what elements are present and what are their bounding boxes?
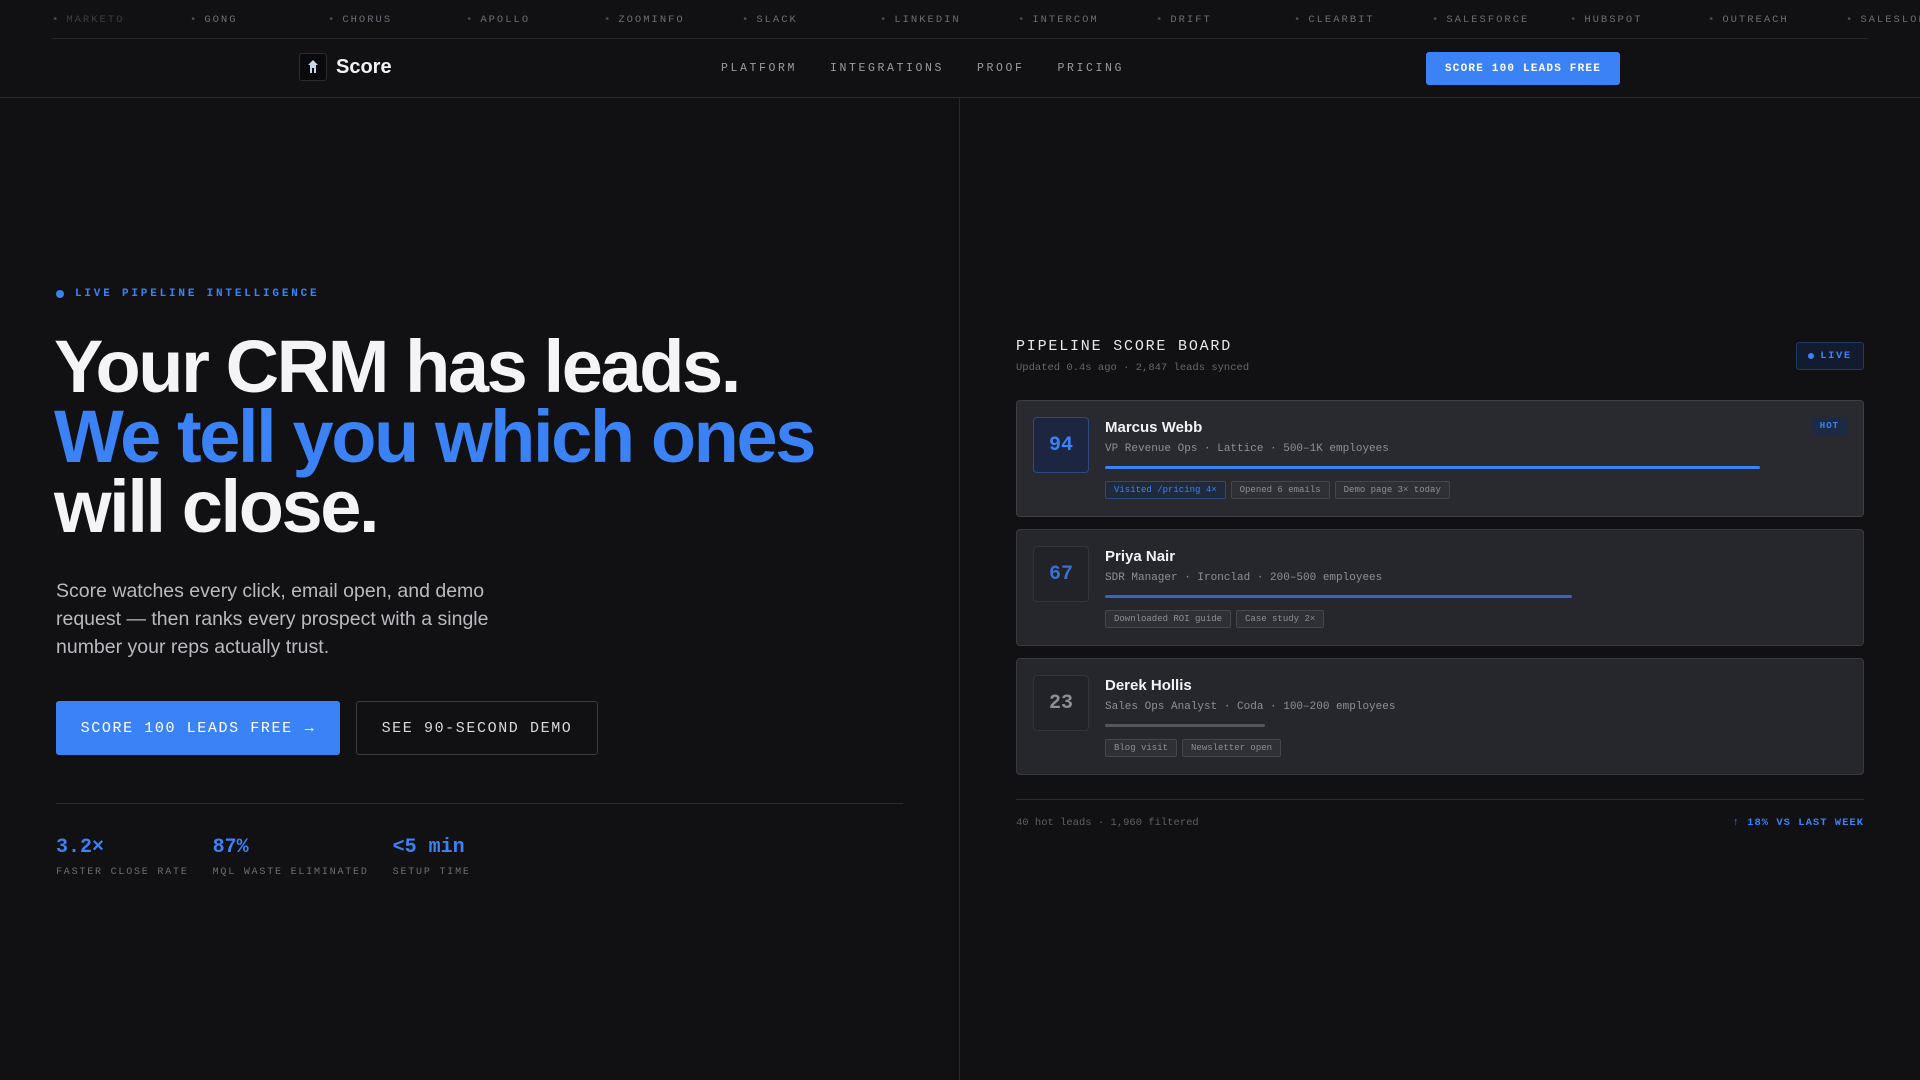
ticker-item: • DRIFT — [1156, 13, 1212, 26]
ticker-item: • HUBSPOT — [1570, 13, 1643, 26]
ticker-item: • OUTREACH — [1708, 13, 1789, 26]
scoreboard-divider — [1016, 799, 1864, 800]
hero-subcopy: Score watches every click, email open, a… — [56, 580, 489, 658]
lead-name: Marcus Webb — [1105, 419, 1203, 436]
nav-links: PLATFORM INTEGRATIONS PROOF PRICING — [721, 62, 1124, 75]
headline-line-3: will close. — [54, 465, 380, 548]
live-dot-icon — [1808, 353, 1815, 359]
hero-stats: 3.2× FASTER CLOSE RATE 87% MQL WASTE ELI… — [56, 836, 471, 878]
nav-cta-button[interactable]: SCORE 100 LEADS FREE — [1426, 52, 1620, 85]
ticker-item: • ZOOMINFO — [604, 13, 685, 26]
integration-ticker: • MARKETO • GONG • CHORUS • APOLLO • ZOOMINFO… — [0, 0, 1920, 39]
lead-signal-tags: Visited /pricing 4× Opened 6 emails Demo… — [1105, 481, 1450, 499]
lead-meta: VP Revenue Ops · Lattice · 500–1K employ… — [1105, 443, 1389, 455]
live-badge-label: LIVE — [1820, 350, 1852, 362]
score-leads-button[interactable]: SCORE 100 LEADS FREE → — [56, 701, 340, 755]
lead-score: 94 — [1033, 417, 1089, 473]
signal-tag: Case study 2× — [1236, 610, 1325, 628]
arrow-right-icon: → — [304, 719, 316, 737]
hero-eyebrow: LIVE PIPELINE INTELLIGENCE — [56, 288, 319, 300]
stat-value: 3.2× — [56, 836, 105, 859]
ticker-item: • CHORUS — [328, 13, 393, 26]
ticker-item: • SLACK — [742, 13, 798, 26]
column-divider — [959, 98, 960, 1080]
headline-line-1: Your CRM has leads. — [54, 325, 741, 408]
lead-score-bar — [1105, 595, 1802, 598]
signal-tag: Blog visit — [1105, 739, 1178, 757]
stat-value: 87% — [212, 836, 249, 859]
brand-name: Score — [336, 55, 392, 78]
stat-label: MQL WASTE ELIMINATED — [212, 867, 369, 878]
signal-tag: Downloaded ROI guide — [1105, 610, 1232, 628]
top-nav: Score PLATFORM INTEGRATIONS PROOF PRICIN… — [0, 39, 1920, 98]
live-dot-icon — [56, 290, 64, 298]
stat-label: SETUP TIME — [392, 867, 471, 878]
lead-name: Derek Hollis — [1105, 677, 1192, 694]
signal-tag: Opened 6 emails — [1230, 481, 1330, 499]
scoreboard-summary: 40 hot leads · 1,960 filtered — [1016, 817, 1199, 829]
lead-score: 67 — [1033, 546, 1089, 602]
hero-divider — [56, 803, 903, 804]
ticker-item: • SALESFORCE — [1432, 13, 1530, 26]
stat-setup-time: <5 min SETUP TIME — [393, 836, 471, 878]
nav-link-pricing[interactable]: PRICING — [1058, 62, 1125, 75]
ticker-item: • GONG — [190, 13, 238, 26]
lead-signal-tags: Downloaded ROI guide Case study 2× — [1105, 610, 1325, 628]
ticker-item: • CLEARBIT — [1294, 13, 1375, 26]
signal-tag: Newsletter open — [1182, 739, 1282, 757]
lead-signal-tags: Blog visit Newsletter open — [1105, 739, 1282, 757]
stat-mql-waste: 87% MQL WASTE ELIMINATED — [213, 836, 369, 878]
signal-tag: Visited /pricing 4× — [1105, 481, 1226, 499]
scoreboard-title: PIPELINE SCORE BOARD — [1016, 338, 1233, 355]
lead-score-bar — [1105, 724, 1802, 727]
scoreboard-subtitle: Updated 0.4s ago · 2,847 leads synced — [1016, 362, 1250, 374]
ticker-item: • LINKEDIN — [880, 13, 961, 26]
ticker-item: • MARKETO — [52, 13, 125, 26]
nav-link-platform[interactable]: PLATFORM — [721, 62, 797, 75]
scoreboard-trend: ↑ 18% VS LAST WEEK — [1732, 817, 1864, 829]
lead-score: 23 — [1033, 675, 1089, 731]
lead-meta: SDR Manager · Ironclad · 200–500 employe… — [1105, 572, 1383, 584]
hot-badge: HOT — [1811, 417, 1847, 435]
hero-headline: Your CRM has leads. We tell you which on… — [54, 325, 934, 548]
see-demo-button[interactable]: SEE 90-SECOND DEMO — [356, 701, 598, 755]
stat-label: FASTER CLOSE RATE — [56, 867, 189, 878]
brand-logo[interactable]: Score — [299, 53, 392, 81]
lead-score-bar-fill — [1105, 466, 1761, 469]
lead-card[interactable]: 94 Marcus Webb VP Revenue Ops · Lattice … — [1016, 400, 1864, 517]
eyebrow-text: LIVE PIPELINE INTELLIGENCE — [75, 288, 320, 300]
live-badge: LIVE — [1796, 342, 1864, 370]
lead-meta: Sales Ops Analyst · Coda · 100–200 emplo… — [1105, 701, 1396, 713]
headline-line-2: We tell you which ones — [54, 395, 816, 478]
nav-link-integrations[interactable]: INTEGRATIONS — [830, 62, 944, 75]
lead-card[interactable]: 23 Derek Hollis Sales Ops Analyst · Coda… — [1016, 658, 1864, 775]
signal-tag: Demo page 3× today — [1334, 481, 1450, 499]
score-leads-label: SCORE 100 LEADS FREE — [80, 719, 293, 737]
lead-score-bar — [1105, 466, 1802, 469]
logo-mark-icon — [299, 53, 327, 81]
stat-value: <5 min — [392, 836, 465, 859]
ticker-item: •SALESLOFT — [1846, 13, 1920, 26]
lead-score-bar-fill — [1105, 724, 1266, 727]
lead-score-bar-fill — [1105, 595, 1572, 598]
stat-close-rate: 3.2× FASTER CLOSE RATE — [56, 836, 189, 878]
ticker-item: • INTERCOM — [1018, 13, 1099, 26]
lead-card[interactable]: 67 Priya Nair SDR Manager · Ironclad · 2… — [1016, 529, 1864, 646]
ticker-item: • APOLLO — [466, 13, 531, 26]
nav-link-proof[interactable]: PROOF — [977, 62, 1025, 75]
lead-name: Priya Nair — [1105, 548, 1176, 565]
